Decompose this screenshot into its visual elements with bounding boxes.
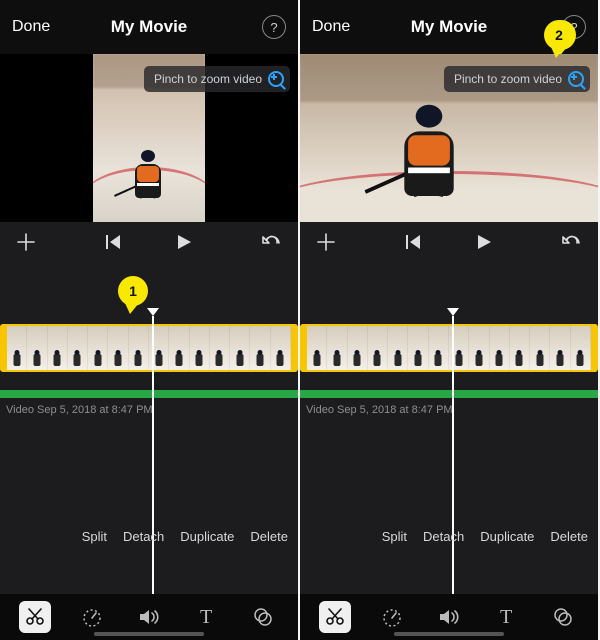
speed-tool[interactable] [76,601,108,633]
playhead[interactable] [452,316,454,594]
speed-tool[interactable] [376,601,408,633]
prev-frame-button[interactable] [400,228,428,256]
scissors-tool[interactable] [319,601,351,633]
transport-bar [0,222,298,262]
home-indicator[interactable] [394,632,504,636]
undo-button[interactable] [258,228,286,256]
zoom-hint-label: Pinch to zoom video [154,72,262,86]
phone-left: Done My Movie ? Pinch to zoom video [0,0,298,640]
volume-tool[interactable] [133,601,165,633]
duplicate-button[interactable]: Duplicate [480,529,534,544]
clip-actions: Split Detach Duplicate Delete [382,529,588,544]
zoom-hint[interactable]: Pinch to zoom video [144,66,290,92]
add-media-button[interactable] [12,228,40,256]
prev-frame-button[interactable] [100,228,128,256]
split-button[interactable]: Split [82,529,107,544]
delete-button[interactable]: Delete [250,529,288,544]
header: Done My Movie ? [0,0,298,54]
clip-actions: Split Detach Duplicate Delete [82,529,288,544]
timeline[interactable]: 1 Video Sep 5, 2018 at 8:47 PM Split Det… [0,262,298,594]
text-tool[interactable]: T [490,601,522,633]
add-media-button[interactable] [312,228,340,256]
video-preview[interactable]: Pinch to zoom video 2 [300,54,598,222]
page-title: My Movie [111,17,188,37]
play-button[interactable] [170,228,198,256]
timeline[interactable]: Video Sep 5, 2018 at 8:47 PM Split Detac… [300,262,598,594]
done-button[interactable]: Done [12,18,50,36]
split-button[interactable]: Split [382,529,407,544]
text-tool[interactable]: T [190,601,222,633]
audio-track[interactable] [0,390,298,398]
zoom-in-icon [568,71,584,87]
filters-tool[interactable] [547,601,579,633]
callout-badge-2: 2 [544,20,574,50]
duplicate-button[interactable]: Duplicate [180,529,234,544]
video-preview[interactable]: Pinch to zoom video [0,54,298,222]
video-clip[interactable] [0,324,298,372]
audio-track[interactable] [300,390,598,398]
zoom-in-icon [268,71,284,87]
zoom-hint[interactable]: Pinch to zoom video [444,66,590,92]
done-button[interactable]: Done [312,18,350,36]
detach-button[interactable]: Detach [123,529,164,544]
filters-tool[interactable] [247,601,279,633]
scissors-tool[interactable] [19,601,51,633]
detach-button[interactable]: Detach [423,529,464,544]
zoom-hint-label: Pinch to zoom video [454,72,562,86]
phone-right: Done My Movie ? Pinch to zoom video 2 [300,0,598,640]
play-button[interactable] [470,228,498,256]
page-title: My Movie [411,17,488,37]
callout-badge-1: 1 [118,276,148,306]
transport-bar [300,222,598,262]
help-button[interactable]: ? [262,15,286,39]
undo-button[interactable] [558,228,586,256]
playhead[interactable] [152,316,154,594]
video-clip[interactable] [300,324,598,372]
home-indicator[interactable] [94,632,204,636]
volume-tool[interactable] [433,601,465,633]
delete-button[interactable]: Delete [550,529,588,544]
